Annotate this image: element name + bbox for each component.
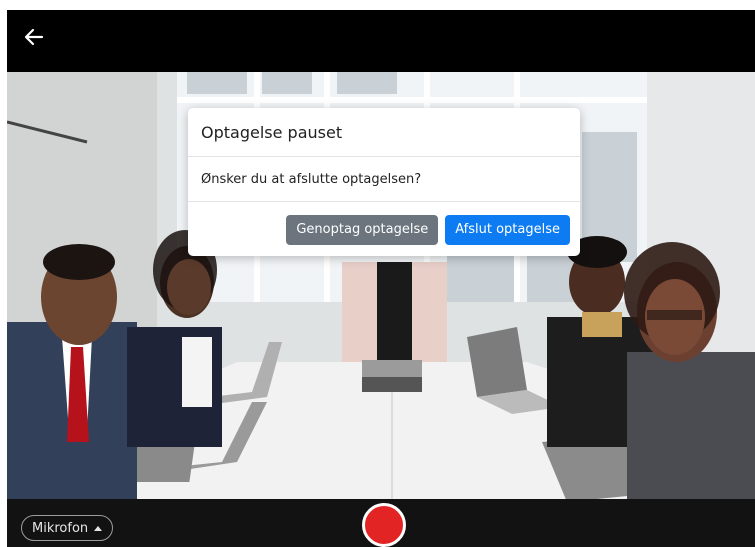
dialog-message: Ønsker du at afslutte optagelsen? [188, 157, 580, 202]
microphone-label: Mikrofon [32, 520, 89, 536]
record-button[interactable] [362, 503, 406, 547]
back-button[interactable] [21, 24, 47, 50]
arrow-left-icon [24, 28, 44, 46]
video-recorder: Mikrofon [7, 10, 755, 547]
bottom-control-bar: Mikrofon [7, 499, 755, 547]
dialog-footer: Genoptag optagelse Afslut optagelse [188, 202, 580, 256]
caret-up-icon [94, 525, 103, 531]
recording-paused-dialog: Optagelse pauset Ønsker du at afslutte o… [188, 108, 580, 256]
resume-recording-button[interactable]: Genoptag optagelse [286, 214, 439, 245]
top-bar [7, 10, 755, 72]
microphone-selector-button[interactable]: Mikrofon [21, 515, 114, 541]
dialog-title: Optagelse pauset [188, 108, 580, 157]
finish-recording-button[interactable]: Afslut optagelse [445, 214, 570, 245]
